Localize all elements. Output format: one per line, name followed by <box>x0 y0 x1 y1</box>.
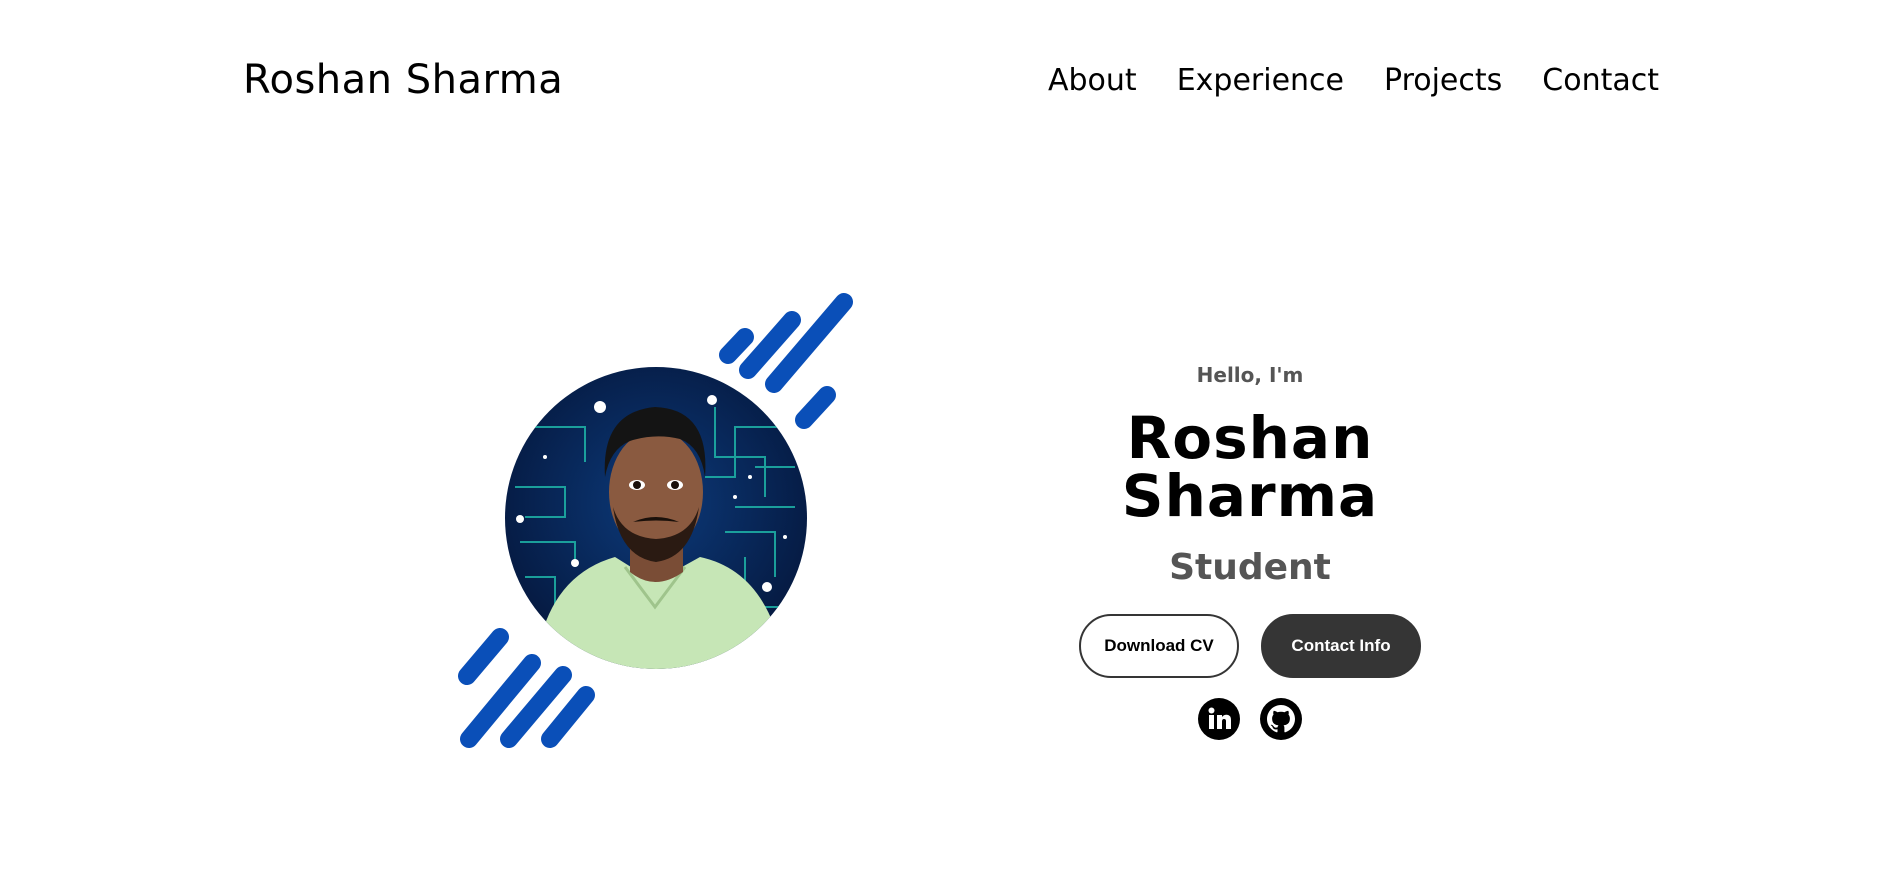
nav-item-about: About <box>1048 63 1137 98</box>
page: Roshan Sharma About Experience Projects … <box>0 0 1897 872</box>
contact-info-button[interactable]: Contact Info <box>1261 614 1421 678</box>
nav-link-experience[interactable]: Experience <box>1177 63 1344 98</box>
social-links <box>1000 698 1500 740</box>
linkedin-icon[interactable] <box>1198 698 1240 740</box>
download-cv-button[interactable]: Download CV <box>1079 614 1239 678</box>
nav-links: About Experience Projects Contact <box>1048 63 1659 98</box>
github-icon[interactable] <box>1260 698 1302 740</box>
greeting-text: Hello, I'm <box>1196 363 1304 387</box>
hero-name: Roshan Sharma <box>1121 404 1379 530</box>
nav-link-projects[interactable]: Projects <box>1384 63 1502 98</box>
profile-photo <box>505 367 807 669</box>
nav-link-contact[interactable]: Contact <box>1542 63 1659 98</box>
navbar: Roshan Sharma About Experience Projects … <box>243 50 1659 110</box>
role-title: Student <box>1169 547 1331 588</box>
nav-item-projects: Projects <box>1384 63 1502 98</box>
nav-item-experience: Experience <box>1177 63 1344 98</box>
hero-buttons: Download CV Contact Info <box>1000 614 1500 678</box>
nav-link-about[interactable]: About <box>1048 63 1137 98</box>
hero-text-section: Hello, I'm Roshan Sharma Student Downloa… <box>1000 355 1500 740</box>
profile-photo-illustration <box>505 367 807 669</box>
nav-item-contact: Contact <box>1542 63 1659 98</box>
site-logo[interactable]: Roshan Sharma <box>243 57 563 103</box>
